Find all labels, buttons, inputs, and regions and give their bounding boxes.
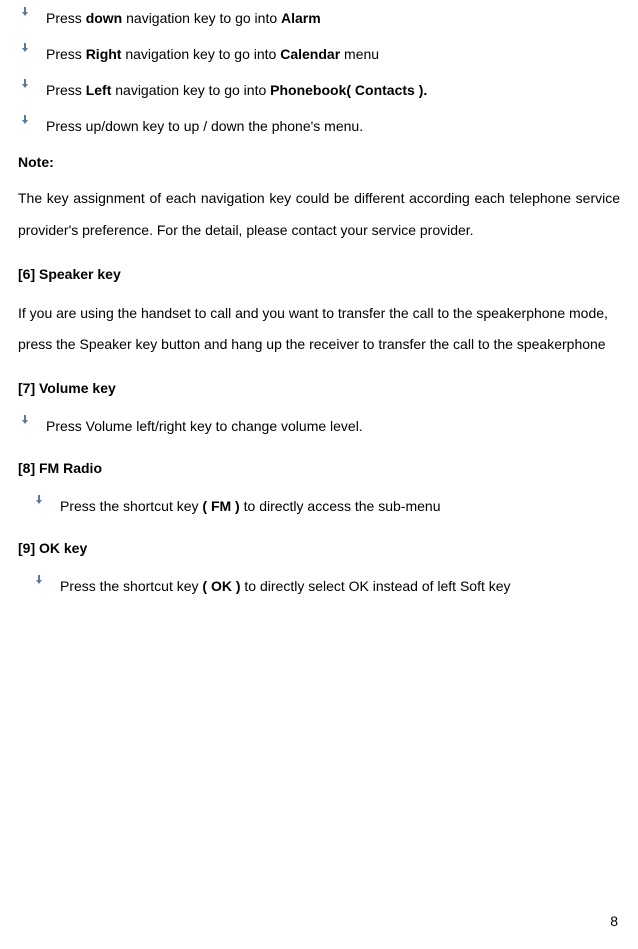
list-item-text: Press Right navigation key to go into Ca… [46,40,620,68]
section-6-paragraph: If you are using the handset to call and… [18,298,620,360]
section-8-bullet-list: Press the shortcut key ( FM ) to directl… [18,492,620,520]
note-label: Note: [18,148,620,176]
list-item: Press the shortcut key ( FM ) to directl… [20,492,620,520]
list-item-text: Press the shortcut key ( FM ) to directl… [60,492,620,520]
arrow-down-icon [34,572,60,585]
list-item-text: Press the shortcut key ( OK ) to directl… [60,572,620,600]
list-item-text: Press Left navigation key to go into Pho… [46,76,620,104]
list-item-text: Press up/down key to up / down the phone… [46,112,620,140]
page-number: 8 [610,907,618,935]
list-item: Press Left navigation key to go into Pho… [20,76,620,104]
section-9-bullet-list: Press the shortcut key ( OK ) to directl… [18,572,620,600]
section-7-bullet-list: Press Volume left/right key to change vo… [18,412,620,440]
section-7-heading: [7] Volume key [18,374,620,402]
section-6-heading: [6] Speaker key [18,260,620,288]
list-item: Press the shortcut key ( OK ) to directl… [20,572,620,600]
arrow-down-icon [20,40,46,53]
nav-key-bullet-list: Press down navigation key to go into Ala… [18,4,620,140]
arrow-down-icon [20,112,46,125]
arrow-down-icon [34,492,60,505]
list-item: Press Right navigation key to go into Ca… [20,40,620,68]
arrow-down-icon [20,4,46,17]
list-item: Press down navigation key to go into Ala… [20,4,620,32]
note-paragraph: The key assignment of each navigation ke… [18,182,620,246]
section-8-heading: [8] FM Radio [18,454,620,482]
arrow-down-icon [20,76,46,89]
list-item: Press Volume left/right key to change vo… [20,412,620,440]
list-item: Press up/down key to up / down the phone… [20,112,620,140]
list-item-text: Press Volume left/right key to change vo… [46,412,620,440]
arrow-down-icon [20,412,46,425]
list-item-text: Press down navigation key to go into Ala… [46,4,620,32]
section-9-heading: [9] OK key [18,534,620,562]
